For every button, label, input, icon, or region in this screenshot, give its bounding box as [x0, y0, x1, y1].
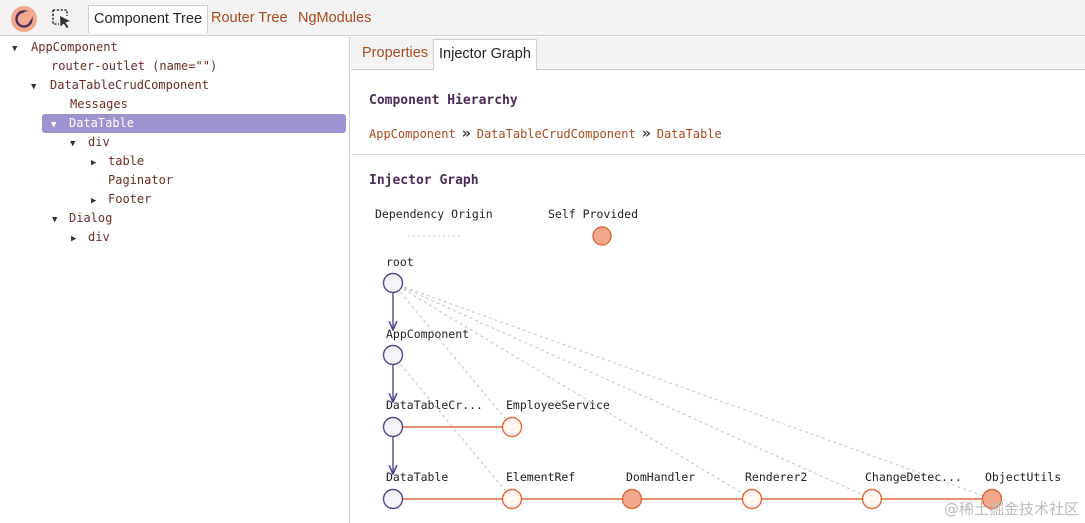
- tree-node-dialog[interactable]: ▼ Dialog: [52, 209, 112, 228]
- graph-node-label: AppComponent: [386, 327, 469, 341]
- graph-node-label: root: [386, 255, 414, 269]
- graph-node-label: EmployeeService: [506, 398, 610, 412]
- expand-down-icon[interactable]: ▼: [52, 211, 64, 230]
- legend-self-provided: Self Provided: [548, 207, 638, 221]
- tree-node-label: Paginator: [108, 173, 174, 187]
- tree-node-datatable-selected[interactable]: ▼ DataTable: [42, 114, 346, 133]
- graph-node-datatablecrud[interactable]: [382, 416, 404, 438]
- graph-node-label: Renderer2: [745, 470, 807, 484]
- tree-node-label: Dialog: [69, 211, 113, 225]
- graph-node-changedetector[interactable]: [861, 488, 883, 510]
- graph-node-datatable[interactable]: [382, 488, 404, 510]
- dependency-origin-links: [392, 282, 993, 500]
- expand-right-icon[interactable]: ▶: [91, 154, 103, 173]
- tree-node-label: div: [88, 135, 110, 149]
- tree-node-label: DataTableCrudComponent: [50, 78, 209, 92]
- graph-node-label: ChangeDetec...: [865, 470, 962, 484]
- tree-node-table[interactable]: ▶ table: [91, 152, 144, 171]
- graph-node-employeeservice[interactable]: [501, 416, 523, 438]
- tree-node-label: Messages: [70, 97, 128, 111]
- component-tree-panel: ▼ AppComponent router-outlet (name="") ▼ D…: [0, 37, 350, 523]
- tree-node-label: AppComponent: [31, 40, 118, 54]
- tree-node-paginator[interactable]: Paginator: [108, 171, 173, 190]
- tree-node-datatablecrudcomponent[interactable]: ▼ DataTableCrudComponent: [31, 76, 209, 95]
- tree-node-label: div: [88, 230, 110, 244]
- graph-node-appcomponent[interactable]: [382, 344, 404, 366]
- tree-node-messages[interactable]: Messages: [70, 95, 128, 114]
- tree-node-label: Footer: [108, 192, 152, 206]
- injector-graph: Dependency Origin Self Provided root App…: [375, 207, 1061, 510]
- details-panel: Properties Injector Graph Component Hier…: [351, 37, 1085, 523]
- inspect-cursor-icon[interactable]: [50, 7, 74, 31]
- watermark: @稀土掘金技术社区: [943, 500, 1079, 518]
- graph-node-label: ObjectUtils: [985, 470, 1061, 484]
- tree-node-label: router-outlet (name=""): [51, 59, 218, 73]
- tree-node-div[interactable]: ▶ div: [71, 228, 110, 247]
- tab-ngmodules[interactable]: NgModules: [293, 5, 376, 33]
- expand-right-icon[interactable]: ▶: [71, 230, 83, 249]
- angular-devtools-moon-icon[interactable]: [11, 6, 37, 32]
- graph-node-label: ElementRef: [506, 470, 575, 484]
- graph-node-label: DataTable: [386, 470, 448, 484]
- tree-node-label: DataTable: [69, 116, 135, 130]
- tree-node-label: table: [108, 154, 145, 168]
- graph-node-label: DomHandler: [626, 470, 695, 484]
- tree-node-footer[interactable]: ▶ Footer: [91, 190, 151, 209]
- tree-node-router-outlet[interactable]: router-outlet (name=""): [51, 57, 217, 76]
- graph-node-root[interactable]: [382, 272, 404, 294]
- expand-down-icon[interactable]: ▼: [31, 78, 43, 97]
- tree-node-div[interactable]: ▼ div: [70, 133, 110, 152]
- tree-node-appcomponent[interactable]: ▼ AppComponent: [12, 38, 118, 57]
- graph-node-elementref[interactable]: [501, 488, 523, 510]
- expand-down-icon[interactable]: ▼: [51, 116, 63, 135]
- graph-node-renderer2[interactable]: [741, 488, 763, 510]
- devtools-toolbar: Component Tree Router Tree NgModules: [0, 0, 1085, 36]
- legend-dependency-origin: Dependency Origin: [375, 207, 493, 221]
- expand-down-icon[interactable]: ▼: [70, 135, 82, 154]
- graph-node-label: DataTableCr...: [386, 398, 483, 412]
- tab-router-tree[interactable]: Router Tree: [206, 5, 293, 33]
- graph-node-domhandler[interactable]: [621, 488, 643, 510]
- legend-self-provided-dot: [592, 226, 612, 246]
- tab-component-tree[interactable]: Component Tree: [88, 5, 209, 33]
- expand-down-icon[interactable]: ▼: [12, 40, 24, 59]
